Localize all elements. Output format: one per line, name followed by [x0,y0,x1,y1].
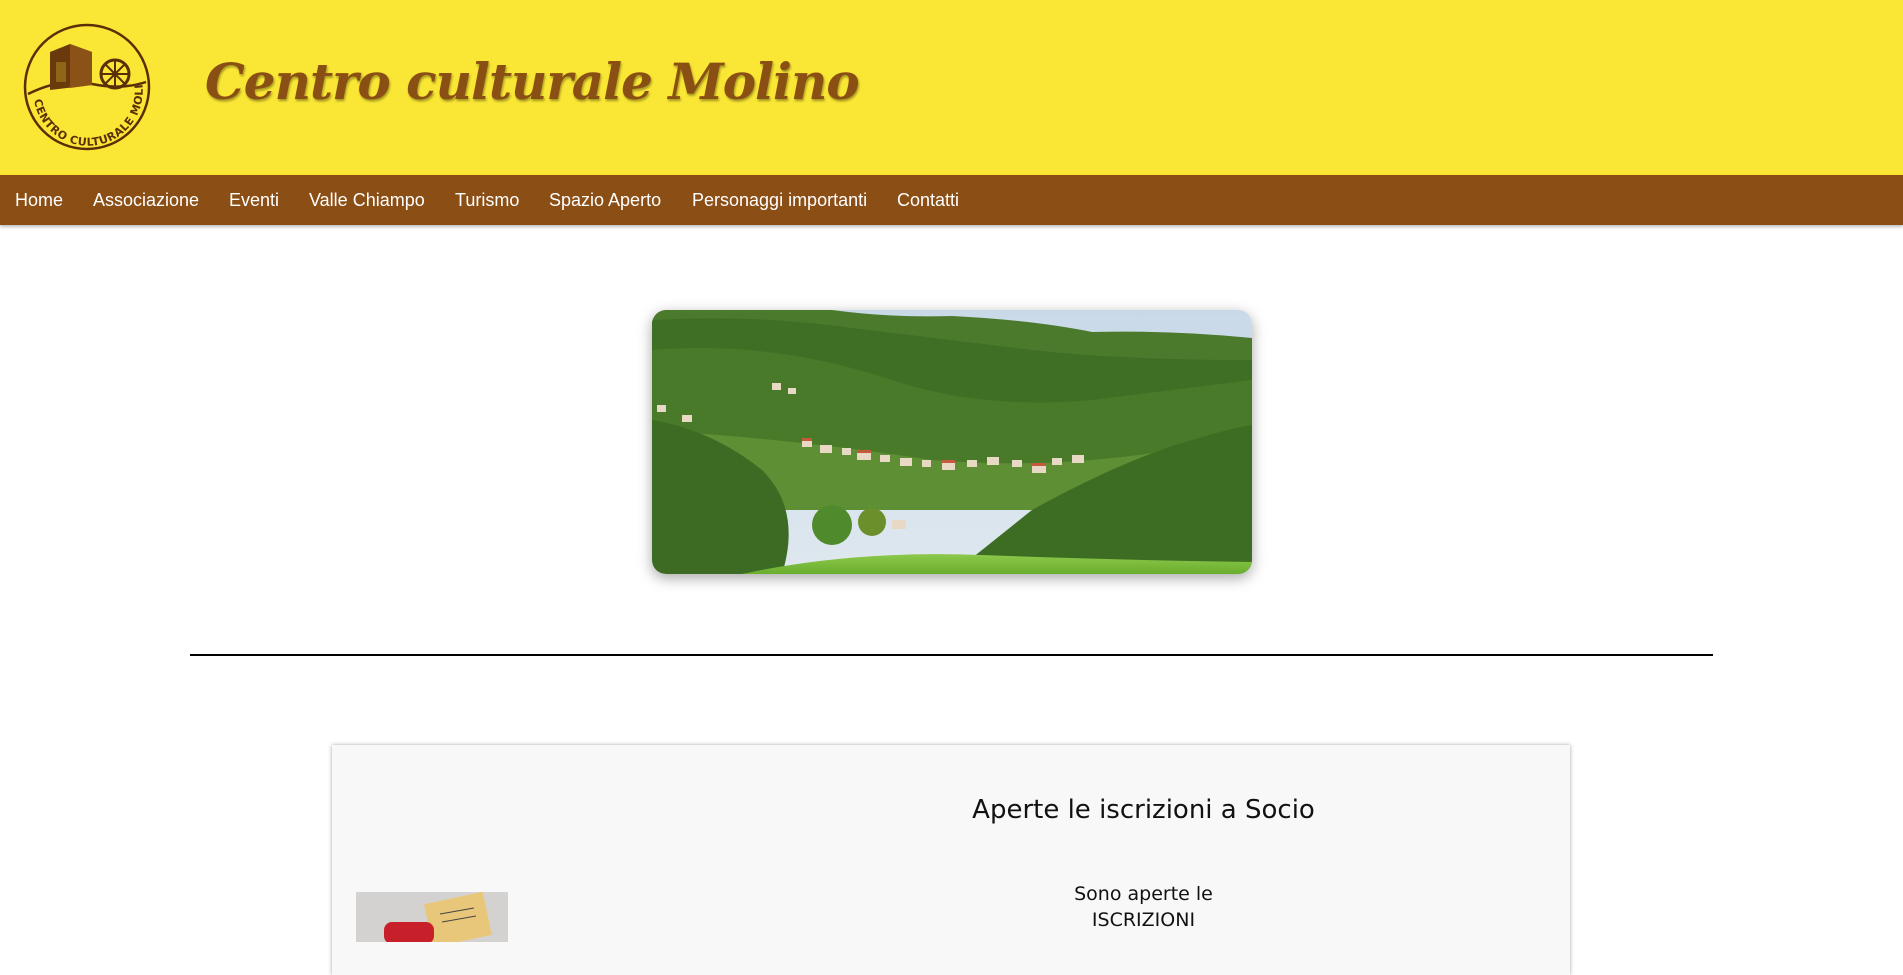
nav-item-home[interactable]: Home [15,175,63,225]
nav-item-personaggi-importanti[interactable]: Personaggi importanti [692,175,867,225]
site-title[interactable]: Centro culturale Molino [205,52,860,111]
section-divider [190,654,1713,656]
nav-item-eventi[interactable]: Eventi [229,175,279,225]
nav-item-associazione[interactable]: Associazione [93,175,199,225]
valley-landscape-image [652,310,1252,574]
nav-item-turismo[interactable]: Turismo [455,175,519,225]
logo[interactable]: CENTRO CULTURALE MOLINO [22,22,152,152]
hero-image [652,310,1252,574]
main-navigation: Home Associazione Eventi Valle Chiampo T… [0,175,1903,225]
nav-item-valle-chiampo[interactable]: Valle Chiampo [309,175,425,225]
news-card-title[interactable]: Aperte le iscrizioni a Socio [332,795,1570,825]
news-card: Aperte le iscrizioni a Socio Sono aperte… [332,745,1570,975]
site-header: CENTRO CULTURALE MOLINO Centro culturale… [0,0,1903,175]
news-card-text-line: Sono aperte le [1074,883,1213,905]
news-card-text-line: ISCRIZIONI [1091,909,1196,931]
nav-item-spazio-aperto[interactable]: Spazio Aperto [549,175,661,225]
nav-item-contatti[interactable]: Contatti [897,175,959,225]
